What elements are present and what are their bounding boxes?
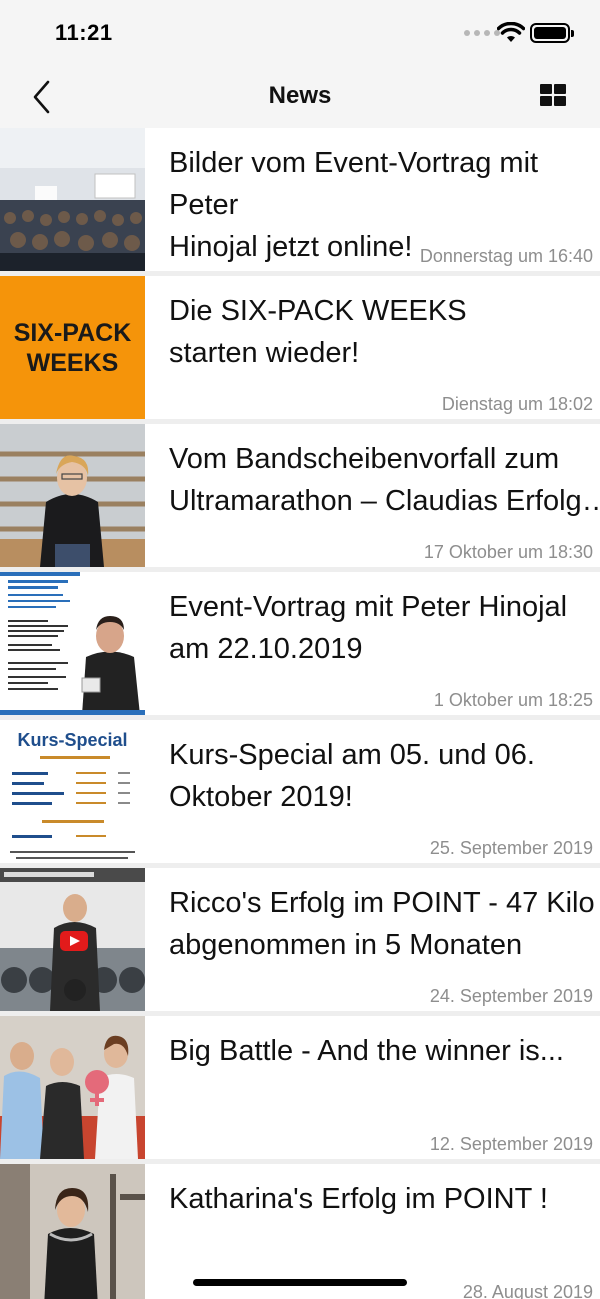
news-title: Kurs-Special am 05. und 06. Oktober 2019…	[169, 739, 535, 813]
news-item[interactable]: Event-Vortrag mit Peter Hinojal am 22.10…	[0, 572, 600, 720]
news-date: Donnerstag um 16:40	[419, 246, 593, 266]
news-date: 25. September 2019	[429, 838, 593, 858]
news-item[interactable]: Kurs-Special Kurs-Special am 05. und 06.…	[0, 720, 600, 868]
kurs-special-thumbnail: Kurs-Special	[0, 720, 145, 863]
news-item[interactable]: Ricco's Erfolg im POINT - 47 Kilo abgeno…	[0, 868, 600, 1016]
event-audience-thumbnail	[0, 128, 145, 271]
page-title: News	[268, 82, 332, 109]
news-title: Ricco's Erfolg im POINT - 47 Kilo abgeno…	[169, 887, 595, 961]
claudia-portrait-thumbnail	[0, 424, 145, 567]
katharina-gym-thumbnail	[0, 1164, 145, 1299]
news-title: Event-Vortrag mit Peter Hinojal am 22.10…	[169, 591, 568, 665]
status-time: 11:21	[55, 20, 113, 45]
grid-view-button[interactable]	[540, 84, 568, 108]
news-date: 24. September 2019	[429, 986, 593, 1006]
event-flyer-thumbnail	[0, 572, 145, 715]
news-item[interactable]: Big Battle - And the winner is... 12. Se…	[0, 1016, 600, 1164]
news-date: 1 Oktober um 18:25	[433, 690, 593, 710]
big-battle-thumbnail	[0, 1016, 145, 1159]
wifi-icon	[497, 22, 525, 42]
home-indicator[interactable]	[193, 1279, 407, 1286]
news-date: 12. September 2019	[429, 1134, 593, 1154]
news-date: 17 Oktober um 18:30	[423, 542, 593, 562]
navigation-bar: News	[0, 66, 600, 128]
news-title: Katharina's Erfolg im POINT !	[169, 1183, 548, 1215]
news-item[interactable]: Bilder vom Event-Vortrag mit Peter Hinoj…	[0, 128, 600, 276]
status-bar: 11:21	[0, 0, 600, 66]
news-list: Bilder vom Event-Vortrag mit Peter Hinoj…	[0, 128, 600, 1299]
ricco-video-thumbnail	[0, 868, 145, 1011]
news-title: Die SIX-PACK WEEKS starten wieder!	[169, 295, 467, 369]
news-item[interactable]: Vom Bandscheibenvorfall zum Ultramaratho…	[0, 424, 600, 572]
news-item[interactable]: SIX-PACK WEEKS Die SIX-PACK WEEKS starte…	[0, 276, 600, 424]
news-title: Vom Bandscheibenvorfall zum Ultramaratho…	[169, 443, 600, 517]
battery-icon	[530, 23, 574, 43]
six-pack-weeks-logo-text: SIX-PACK WEEKS	[13, 318, 132, 377]
news-date: Dienstag um 18:02	[441, 394, 593, 414]
signal-icon	[464, 30, 500, 36]
news-date: 28. August 2019	[462, 1282, 593, 1299]
six-pack-weeks-thumbnail: SIX-PACK WEEKS	[0, 276, 145, 419]
news-title: Big Battle - And the winner is...	[169, 1035, 564, 1067]
